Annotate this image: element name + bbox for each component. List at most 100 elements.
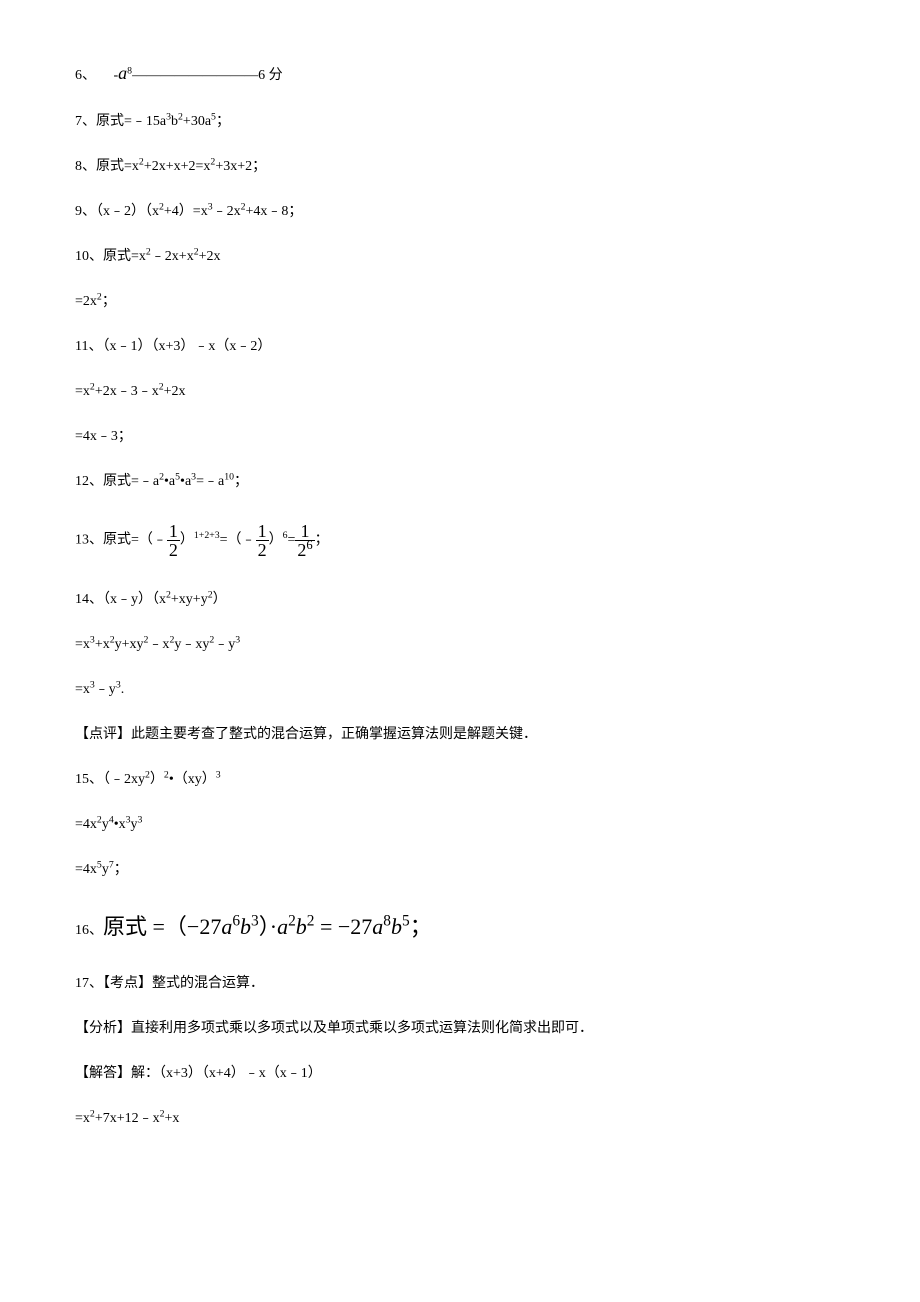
item-17-solution: 【解答】解：（x+3）（x+4）﹣x（x﹣1） (75, 1063, 845, 1084)
item-17-analysis: 【分析】直接利用多项式乘以多项式以及单项式乘以多项式运算法则化简求出即可． (75, 1018, 845, 1039)
denominator: 2 (256, 540, 269, 559)
item-11: 11、（x﹣1）（x+3）﹣x（x﹣2） (75, 336, 845, 357)
text: =﹣a (196, 474, 224, 489)
var: b (296, 914, 307, 939)
text: ） (180, 533, 194, 548)
text: +x (95, 637, 110, 652)
text: +xy+y (171, 592, 208, 607)
formula: 原式 =（−27a6b3）·a2b2 = −27a8b5； (103, 914, 432, 939)
text: =x (75, 384, 90, 399)
denominator: 2 (167, 540, 180, 559)
text: ； (315, 533, 329, 548)
text: =4x (75, 817, 97, 832)
item-14: 14、（x﹣y）（x2+xy+y2） (75, 589, 845, 610)
item-11-step: =x2+2x﹣3﹣x2+2x (75, 381, 845, 402)
text: =x (75, 1111, 90, 1126)
var: a (372, 914, 383, 939)
text: 【解答】解：（x+3）（x+4）﹣x（x﹣1） (75, 1066, 322, 1081)
item-12: 12、原式=﹣a2•a5•a3=﹣a10； (75, 471, 845, 492)
text: = −27 (314, 914, 372, 939)
text: =2x (75, 294, 97, 309)
text: +3x+2； (215, 159, 266, 174)
text: b (171, 114, 178, 129)
text: 13、原式=（﹣ (75, 533, 167, 548)
text: =（﹣ (220, 533, 256, 548)
text: +30a (183, 114, 211, 129)
text: 9、（x﹣2）（x (75, 204, 159, 219)
var: b (391, 914, 402, 939)
text: +4x﹣8； (246, 204, 303, 219)
document-page: 6、 -a8—————————6 分 7、原式=﹣15a3b2+30a5； 8、… (0, 0, 920, 1302)
fraction: 126 (295, 522, 314, 559)
text: ； (216, 114, 230, 129)
text: +2x+x+2=x (144, 159, 211, 174)
text: = (287, 533, 295, 548)
item-10-result: =2x2； (75, 291, 845, 312)
text: 17、【考点】整式的混合运算． (75, 976, 264, 991)
text: ﹣2x+x (151, 249, 194, 264)
var: a (221, 914, 232, 939)
text: ） (269, 533, 283, 548)
numerator: 1 (256, 522, 269, 540)
exp: 10 (224, 471, 234, 482)
comment-1: 【点评】此题主要考查了整式的混合运算，正确掌握运算法则是解题关键． (75, 724, 845, 745)
text: ； (234, 474, 248, 489)
text: —————————6 分 (132, 68, 283, 83)
text: 7、原式=﹣15a (75, 114, 166, 129)
item-14-step: =x3+x2y+xy2﹣x2y﹣xy2﹣y3 (75, 634, 845, 655)
var: a (277, 914, 288, 939)
item-10: 10、原式=x2﹣2x+x2+2x (75, 246, 845, 267)
item-14-result: =x3﹣y3. (75, 679, 845, 700)
text: 12、原式=﹣a (75, 474, 159, 489)
text: ； (410, 914, 432, 939)
text: +4）=x (164, 204, 208, 219)
exp: 3 (251, 913, 259, 930)
var: b (240, 914, 251, 939)
exp: 8 (383, 913, 391, 930)
item-6: 6、 -a8—————————6 分 (75, 60, 845, 87)
text: ﹣2x (213, 204, 241, 219)
text: •a (164, 474, 175, 489)
variable-a: a (118, 63, 127, 83)
text: ； (102, 294, 116, 309)
text: 6、 (75, 68, 110, 83)
text: 8、原式=x (75, 159, 139, 174)
text: •a (180, 474, 191, 489)
exp: 3 (138, 814, 143, 825)
text: ﹣x (148, 637, 169, 652)
text: ）· (259, 914, 277, 939)
text: 15、（﹣2xy (75, 772, 145, 787)
item-15-result: =4x5y7； (75, 859, 845, 880)
exp: 1+2+3 (194, 530, 220, 541)
exp: 6 (232, 913, 240, 930)
item-9: 9、（x﹣2）（x2+4）=x3﹣2x2+4x﹣8； (75, 201, 845, 222)
exp: 5 (402, 913, 410, 930)
numerator: 1 (167, 522, 180, 540)
text: •（xy） (169, 772, 216, 787)
item-16: 16、原式 =（−27a6b3）·a2b2 = −27a8b5； (75, 910, 845, 943)
text: y (131, 817, 138, 832)
text: •x (114, 817, 126, 832)
item-15: 15、（﹣2xy2）2•（xy）3 (75, 769, 845, 790)
denominator: 26 (295, 540, 314, 559)
exp: 3 (216, 769, 221, 780)
text: 14、（x﹣y）（x (75, 592, 166, 607)
text: +2x (199, 249, 221, 264)
text: y﹣xy (174, 637, 209, 652)
item-15-step: =4x2y4•x3y3 (75, 814, 845, 835)
exp: 3 (235, 634, 240, 645)
text: y+xy (115, 637, 144, 652)
text: ） (213, 592, 227, 607)
text: . (121, 682, 125, 697)
text: =x (75, 637, 90, 652)
text: ﹣y (95, 682, 116, 697)
text: ； (114, 862, 128, 877)
text: 【分析】直接利用多项式乘以多项式以及单项式乘以多项式运算法则化简求出即可． (75, 1021, 593, 1036)
item-13: 13、原式=（﹣12）1+2+3=（﹣12）6=126； (75, 522, 845, 559)
item-7: 7、原式=﹣15a3b2+30a5； (75, 111, 845, 132)
text: =4x﹣3； (75, 429, 132, 444)
fraction: 12 (167, 522, 180, 559)
exp: 6 (306, 538, 312, 552)
text: ） (150, 772, 164, 787)
text: 原式 =（−27 (103, 914, 221, 939)
